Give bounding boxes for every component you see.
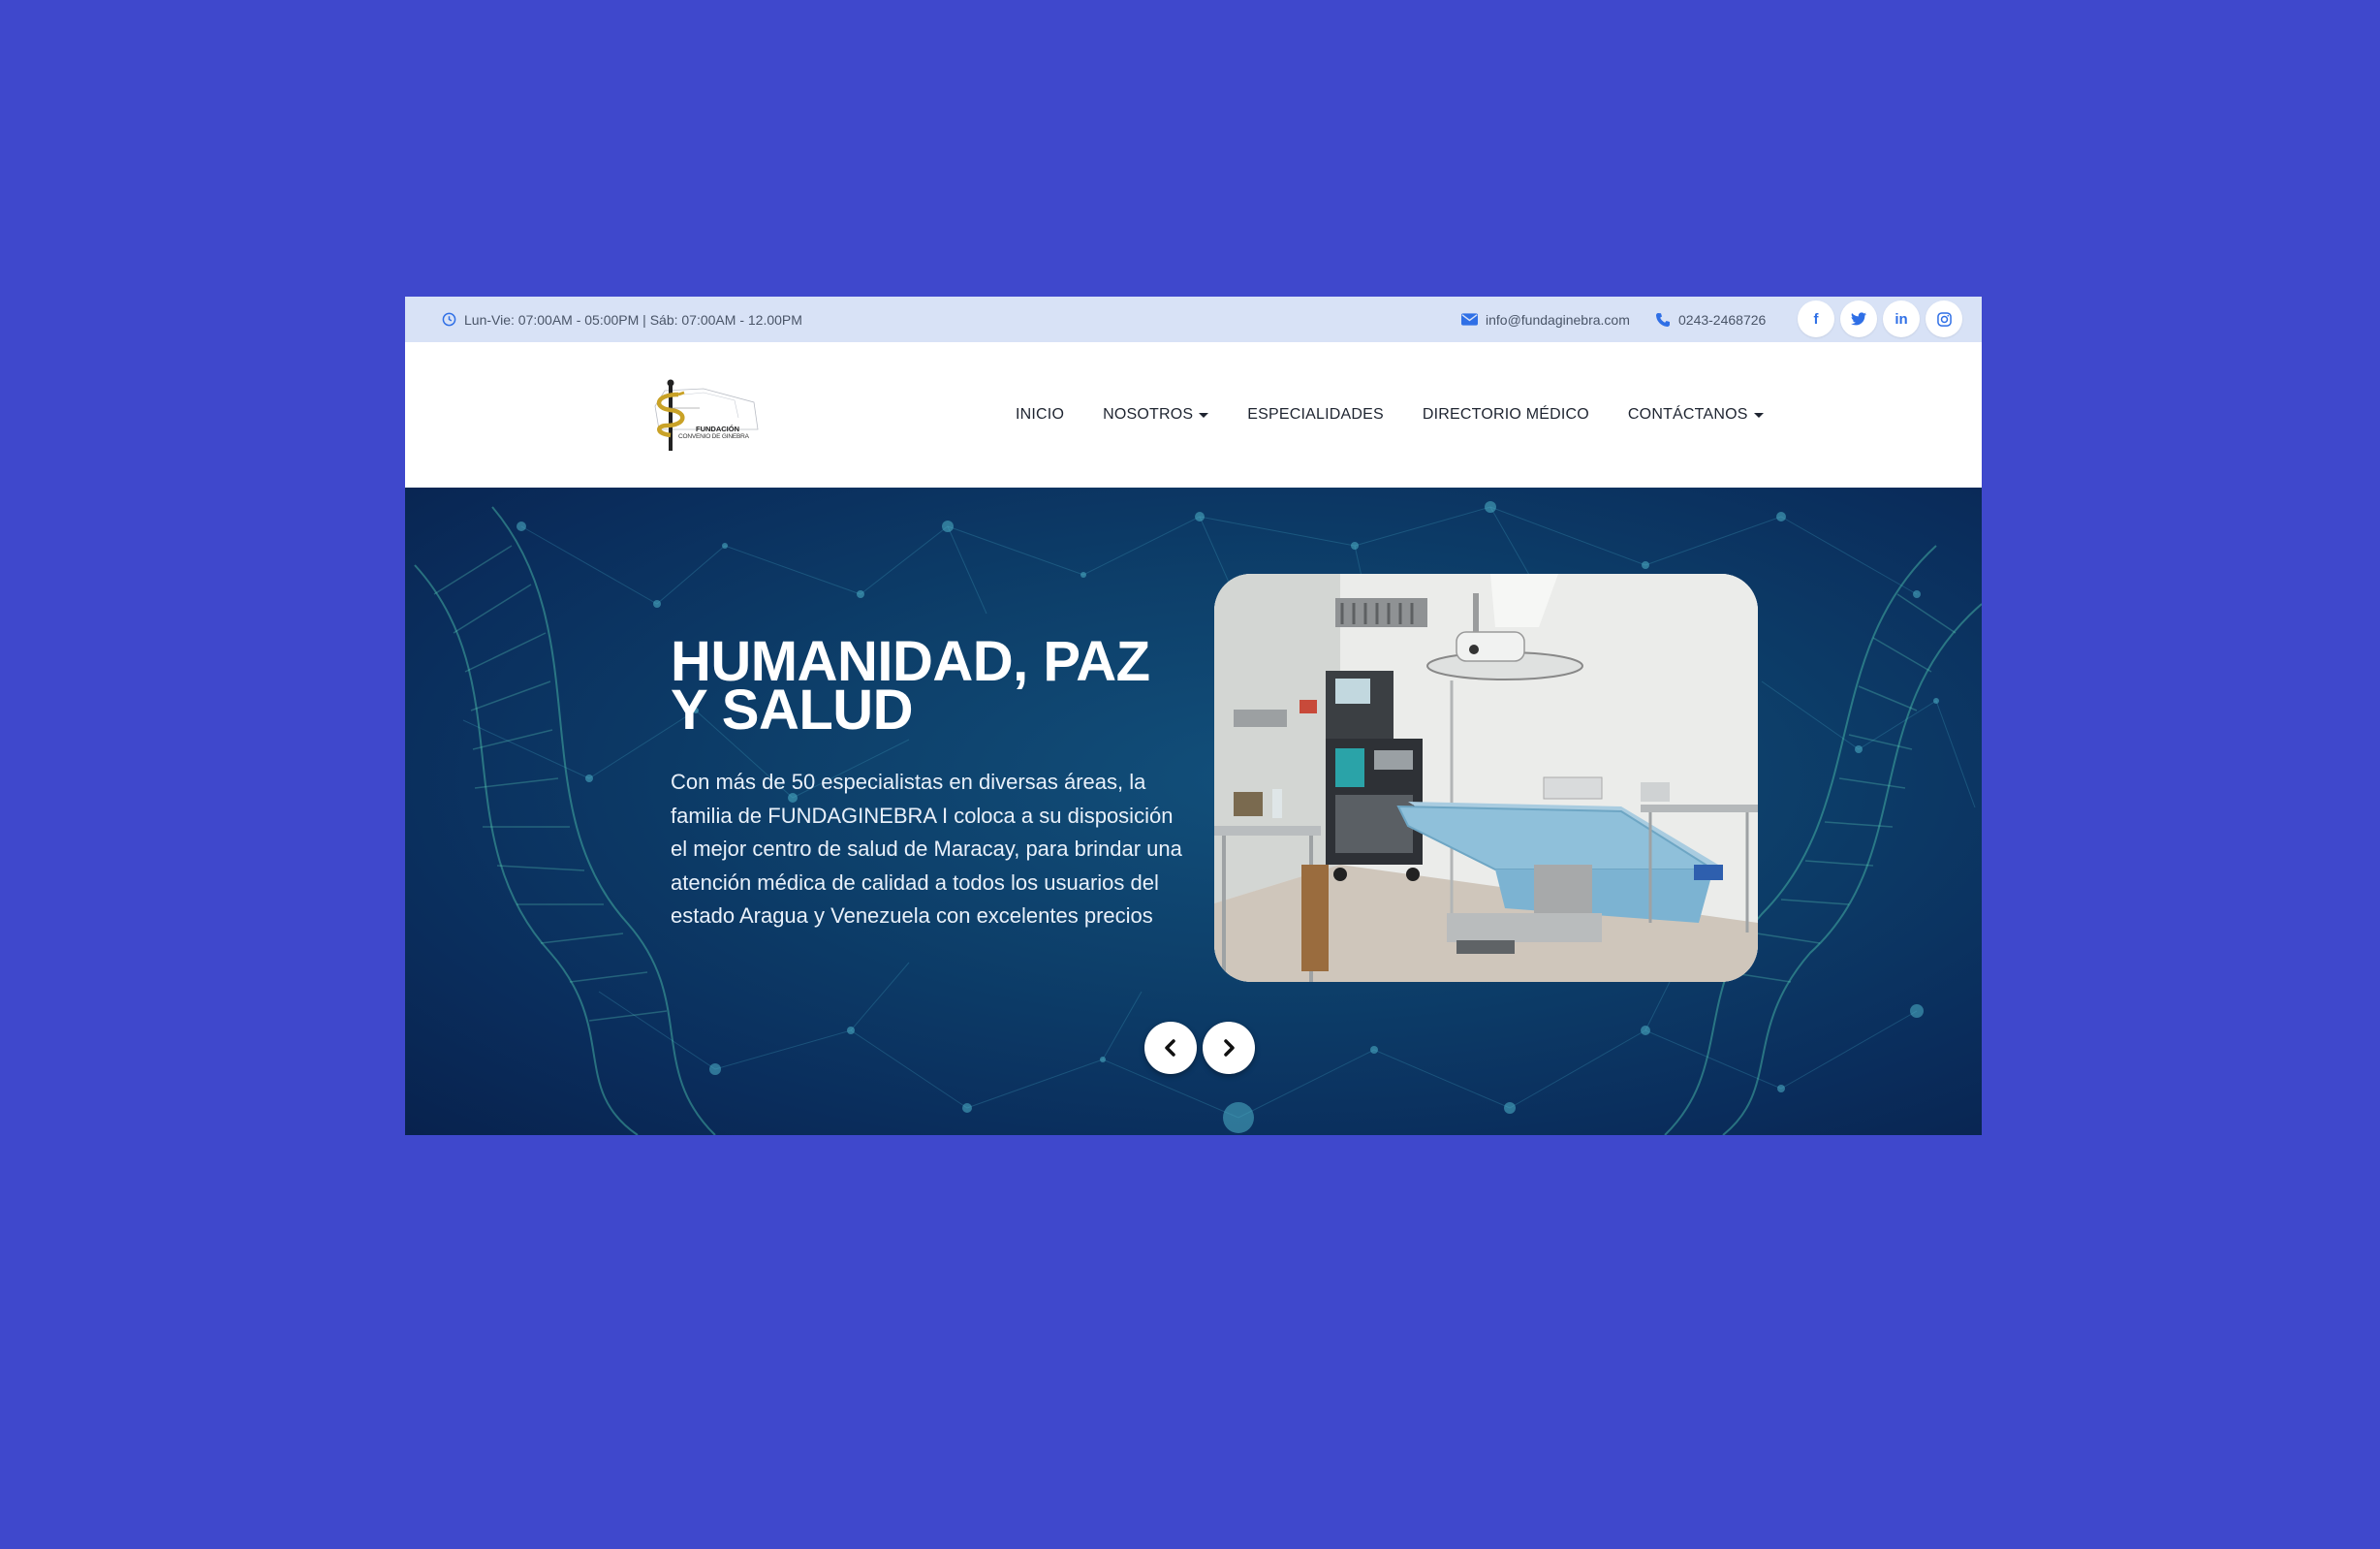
nav-label: CONTÁCTANOS bbox=[1627, 406, 1748, 423]
main-menu: INICIO NOSOTROS ESPECIALIDADES DIRECTORI… bbox=[1016, 342, 1764, 488]
browser-page: Lun-Vie: 07:00AM - 05:00PM | Sáb: 07:00A… bbox=[405, 297, 1982, 1135]
twitter-link[interactable] bbox=[1840, 300, 1877, 337]
logo-line-1: FUNDACIÓN bbox=[696, 425, 739, 433]
nav-label: INICIO bbox=[1016, 406, 1065, 423]
nav-item-directorio-medico[interactable]: DIRECTORIO MÉDICO bbox=[1423, 406, 1589, 424]
top-info-bar: Lun-Vie: 07:00AM - 05:00PM | Sáb: 07:00A… bbox=[405, 297, 1982, 342]
hero-carousel: HUMANIDAD, PAZ Y SALUD Con más de 50 esp… bbox=[405, 488, 1982, 1135]
operating-room-illustration bbox=[1214, 574, 1758, 982]
nav-item-nosotros[interactable]: NOSOTROS bbox=[1103, 406, 1209, 424]
main-navbar: FUNDACIÓN CONVENIO DE GINEBRA INICIO NOS… bbox=[405, 342, 1982, 488]
logo-line-2: CONVENIO DE GINEBRA bbox=[678, 433, 749, 440]
nav-label: ESPECIALIDADES bbox=[1247, 406, 1384, 423]
opening-hours: Lun-Vie: 07:00AM - 05:00PM | Sáb: 07:00A… bbox=[442, 297, 802, 342]
instagram-icon bbox=[1936, 311, 1952, 327]
chevron-right-icon bbox=[1224, 1039, 1235, 1057]
phone-icon bbox=[1656, 312, 1670, 327]
phone-text: 0243-2468726 bbox=[1678, 311, 1767, 328]
twitter-icon bbox=[1851, 312, 1866, 326]
hero-description: Con más de 50 especialistas en diversas … bbox=[671, 770, 1182, 928]
linkedin-link[interactable]: in bbox=[1883, 300, 1920, 337]
envelope-icon bbox=[1461, 313, 1478, 326]
linkedin-icon: in bbox=[1895, 310, 1908, 328]
nav-label: DIRECTORIO MÉDICO bbox=[1422, 406, 1589, 423]
instagram-link[interactable] bbox=[1926, 300, 1962, 337]
email-text: info@fundaginebra.com bbox=[1486, 311, 1630, 328]
chevron-left-icon bbox=[1165, 1039, 1175, 1057]
facebook-link[interactable]: f bbox=[1798, 300, 1834, 337]
caduceus-logo-icon bbox=[654, 379, 759, 451]
social-links: f in bbox=[1798, 300, 1962, 337]
carousel-next-button[interactable] bbox=[1203, 1022, 1255, 1074]
carousel-prev-button[interactable] bbox=[1144, 1022, 1197, 1074]
nav-item-inicio[interactable]: INICIO bbox=[1016, 406, 1064, 424]
clock-icon bbox=[442, 312, 456, 327]
contact-phone[interactable]: 0243-2468726 bbox=[1655, 297, 1766, 342]
caret-down-icon bbox=[1753, 412, 1764, 418]
facebook-icon: f bbox=[1813, 310, 1819, 328]
nav-item-contactanos[interactable]: CONTÁCTANOS bbox=[1628, 406, 1764, 424]
hero-title: HUMANIDAD, PAZ Y SALUD bbox=[671, 634, 1194, 742]
opening-hours-text: Lun-Vie: 07:00AM - 05:00PM | Sáb: 07:00A… bbox=[464, 311, 802, 328]
contact-email[interactable]: info@fundaginebra.com bbox=[1461, 297, 1630, 342]
caret-down-icon bbox=[1199, 412, 1209, 418]
hero-title-line-2: Y SALUD bbox=[671, 679, 914, 742]
site-logo[interactable]: FUNDACIÓN CONVENIO DE GINEBRA bbox=[645, 379, 769, 455]
operating-room-photo bbox=[1214, 574, 1758, 982]
nav-item-especialidades[interactable]: ESPECIALIDADES bbox=[1247, 406, 1384, 424]
nav-label: NOSOTROS bbox=[1103, 406, 1194, 423]
